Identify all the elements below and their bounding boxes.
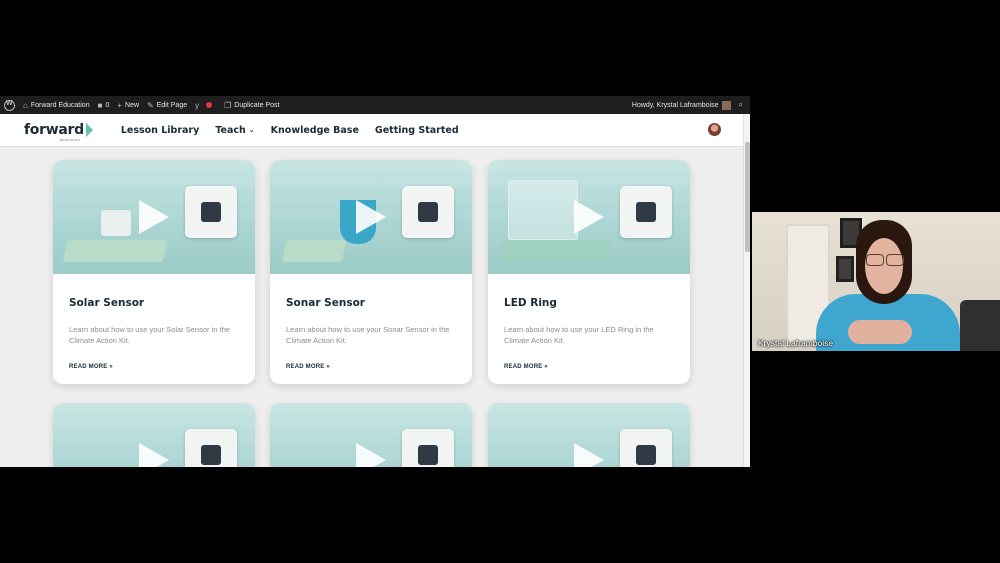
thumb-sensor-board (620, 186, 672, 238)
admin-bar-account[interactable]: Howdy, Krystal Laframboise (628, 96, 735, 114)
seo-status-dot (206, 102, 213, 108)
video-bg-frame (836, 256, 854, 282)
thumb-sensor-board (402, 429, 454, 467)
thumb-prop (62, 240, 168, 262)
thumb-sensor-board (185, 186, 237, 238)
card-title: Sonar Sensor (286, 297, 365, 309)
logo-subtext: EDUCATION (60, 138, 81, 142)
card-sonar-sensor[interactable]: Sonar Sensor Learn about how to use your… (270, 160, 472, 384)
card-thumbnail[interactable] (53, 160, 255, 274)
nav-knowledge-base[interactable]: Knowledge Base (271, 125, 359, 136)
site-logo[interactable]: forward EDUCATION (24, 122, 93, 142)
play-icon[interactable] (356, 443, 386, 467)
participant-face (865, 238, 903, 294)
user-avatar[interactable] (708, 123, 721, 136)
participant-name-label: Krystal Laframboise (758, 338, 834, 348)
card-description: Learn about how to use your Solar Sensor… (69, 325, 230, 345)
admin-bar-site-link[interactable]: ⌂ Forward Education (19, 96, 94, 114)
participant-video-tile[interactable]: Krystal Laframboise (752, 212, 1000, 351)
admin-bar-site-name: Forward Education (30, 101, 90, 109)
logo-chevron-icon (85, 123, 93, 137)
wp-admin-bar: ⌂ Forward Education ■ 0 + New ✎ Edit Pag… (0, 96, 750, 114)
dashboard-icon: ⌂ (23, 100, 28, 110)
admin-bar-duplicate-label: Duplicate Post (234, 101, 280, 109)
duplicate-icon: ❐ (224, 100, 232, 110)
play-icon[interactable] (574, 443, 604, 467)
pencil-icon: ✎ (147, 100, 154, 110)
read-more-link[interactable]: READ MORE » (69, 364, 113, 370)
participant-hands (848, 320, 912, 344)
card-description: Learn about how to use your Sonar Sensor… (286, 325, 450, 345)
read-more-link[interactable]: READ MORE » (286, 364, 330, 370)
plus-icon: + (117, 100, 123, 110)
card-solar-sensor[interactable]: Solar Sensor Learn about how to use your… (53, 160, 255, 384)
admin-bar-new-label: New (125, 101, 140, 109)
thumb-greenhouse (508, 180, 578, 240)
admin-bar-edit-label: Edit Page (156, 101, 188, 109)
admin-bar-comments-count: 0 (105, 101, 110, 109)
play-icon[interactable] (574, 200, 604, 234)
thumb-prop (281, 240, 347, 262)
card-row2-2[interactable] (270, 403, 472, 467)
card-row2-3[interactable] (488, 403, 690, 467)
play-icon[interactable] (139, 443, 169, 467)
admin-bar-duplicate-post[interactable]: ❐ Duplicate Post (220, 96, 283, 114)
admin-bar-edit-page[interactable]: ✎ Edit Page (143, 96, 191, 114)
nav-getting-started[interactable]: Getting Started (375, 125, 459, 136)
play-icon[interactable] (139, 200, 169, 234)
video-bg-chair (960, 300, 1000, 351)
admin-bar-howdy: Howdy, Krystal Laframboise (631, 101, 719, 109)
thumb-sensor-board (402, 186, 454, 238)
card-title: LED Ring (504, 297, 557, 309)
comment-bubble-icon: ■ (97, 100, 103, 110)
thumb-sensor-board (620, 429, 672, 467)
card-thumbnail[interactable] (488, 403, 690, 467)
nav-lesson-library-label: Lesson Library (120, 124, 200, 136)
read-more-link[interactable]: READ MORE » (504, 364, 548, 370)
admin-bar-avatar (721, 100, 731, 110)
nav-knowledge-base-label: Knowledge Base (270, 124, 359, 136)
participant-glasses (864, 254, 906, 266)
search-icon: ⌕ (738, 100, 743, 109)
yoast-seo-icon: y (195, 100, 200, 110)
admin-bar-yoast[interactable]: y (191, 96, 220, 114)
card-thumbnail[interactable] (270, 160, 472, 274)
scrollbar-thumb[interactable] (745, 142, 750, 252)
card-led-ring[interactable]: LED Ring Learn about how to use your LED… (488, 160, 690, 384)
admin-bar-comments[interactable]: ■ 0 (94, 96, 114, 114)
nav-teach[interactable]: Teach ⌄ (215, 125, 254, 136)
play-icon[interactable] (356, 200, 386, 234)
nav-teach-label: Teach (215, 124, 246, 136)
card-title: Solar Sensor (69, 297, 145, 309)
card-thumbnail[interactable] (270, 403, 472, 467)
main-nav: Lesson Library Teach ⌄ Knowledge Base Get… (121, 125, 459, 136)
thumb-device (101, 210, 131, 236)
card-thumbnail[interactable] (488, 160, 690, 274)
logo-text: forward (24, 122, 84, 138)
page-scrollbar[interactable] (743, 114, 750, 467)
card-thumbnail[interactable] (53, 403, 255, 467)
card-description: Learn about how to use your LED Ring in … (504, 325, 654, 345)
card-row2-1[interactable] (53, 403, 255, 467)
thumb-prop (497, 240, 613, 262)
admin-bar-search[interactable]: ⌕ (735, 96, 750, 114)
nav-lesson-library[interactable]: Lesson Library (121, 125, 200, 136)
shared-screen-browser: ⌂ Forward Education ■ 0 + New ✎ Edit Pag… (0, 96, 750, 467)
thumb-sensor-board (185, 429, 237, 467)
site-header: forward EDUCATION Lesson Library Teach ⌄ … (0, 114, 743, 147)
chevron-down-icon: ⌄ (248, 126, 255, 134)
wordpress-logo-icon[interactable] (4, 99, 15, 111)
nav-getting-started-label: Getting Started (374, 124, 459, 136)
admin-bar-new[interactable]: + New (113, 96, 143, 114)
